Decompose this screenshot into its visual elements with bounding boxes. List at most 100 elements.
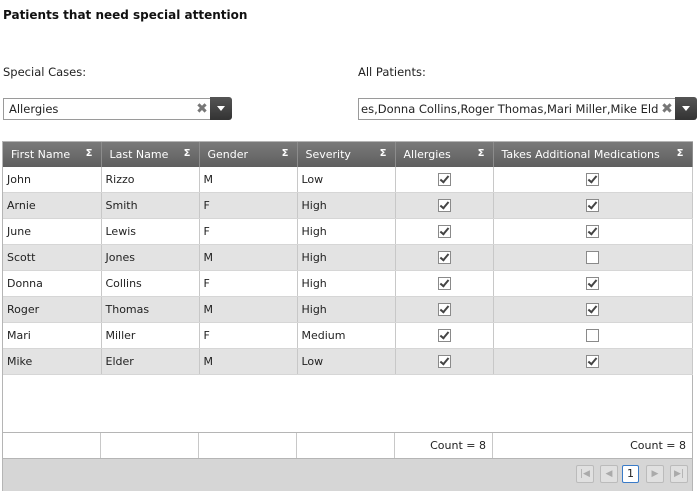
all-patients-label: All Patients: (358, 65, 426, 79)
cell-last[interactable]: Collins (101, 270, 200, 297)
column-header-medications[interactable]: Takes Additional Medications Σ (493, 142, 693, 167)
cell-allergies (395, 192, 494, 219)
column-header-severity[interactable]: Severity Σ (297, 142, 396, 167)
cell-first[interactable]: June (3, 218, 102, 245)
cell-gender[interactable]: M (199, 244, 298, 271)
table-row[interactable]: Donna Collins F High (3, 270, 693, 297)
allergies-checkbox[interactable] (437, 329, 451, 343)
cell-meds (493, 322, 693, 349)
column-header-label: Gender (207, 148, 249, 161)
column-header-allergies[interactable]: Allergies Σ (395, 142, 494, 167)
meds-checkbox[interactable] (586, 225, 599, 239)
cell-gender[interactable]: M (199, 348, 298, 375)
table-row[interactable]: John Rizzo M Low (3, 167, 693, 193)
cell-first[interactable]: Roger (3, 296, 102, 323)
cell-last[interactable]: Rizzo (101, 167, 200, 193)
cell-last[interactable]: Smith (101, 192, 200, 219)
cell-gender[interactable]: F (199, 270, 298, 297)
sigma-icon[interactable]: Σ (86, 148, 93, 159)
allergies-checkbox[interactable] (437, 277, 451, 291)
meds-checkbox[interactable] (586, 173, 599, 187)
allergies-checkbox[interactable] (437, 303, 451, 317)
cell-allergies (395, 322, 494, 349)
all-patients-combobox[interactable]: es,Donna Collins,Roger Thomas,Mari Mille… (358, 98, 676, 120)
meds-checkbox[interactable] (586, 303, 599, 317)
cell-last[interactable]: Lewis (101, 218, 200, 245)
close-icon[interactable]: ✖ (658, 99, 676, 119)
sigma-icon[interactable]: Σ (184, 148, 191, 159)
cell-meds (493, 348, 693, 375)
table-row[interactable]: Arnie Smith F High (3, 192, 693, 219)
cell-first[interactable]: Arnie (3, 192, 102, 219)
column-header-gender[interactable]: Gender Σ (199, 142, 298, 167)
special-cases-input[interactable]: Allergies (4, 102, 193, 116)
column-header-label: Takes Additional Medications (501, 148, 660, 161)
cell-severity[interactable]: Low (297, 167, 396, 193)
all-patients-input[interactable]: es,Donna Collins,Roger Thomas,Mari Mille… (359, 102, 658, 116)
cell-meds (493, 296, 693, 323)
cell-last[interactable]: Jones (101, 244, 200, 271)
allergies-count: Count = 8 (395, 433, 493, 459)
pager: |◀ ◀ 1 ▶ ▶| (3, 458, 692, 491)
cell-severity[interactable]: Low (297, 348, 396, 375)
cell-first[interactable]: Donna (3, 270, 102, 297)
first-page-icon[interactable]: |◀ (576, 465, 594, 483)
cell-allergies (395, 244, 494, 271)
table-row[interactable]: Scott Jones M High (3, 244, 693, 271)
table-row[interactable]: Mike Elder M Low (3, 348, 693, 375)
column-header-first-name[interactable]: First Name Σ (3, 142, 102, 167)
sigma-icon[interactable]: Σ (478, 148, 485, 159)
current-page-button[interactable]: 1 (622, 465, 639, 483)
sigma-icon[interactable]: Σ (677, 148, 684, 159)
cell-gender[interactable]: M (199, 167, 298, 193)
cell-severity[interactable]: High (297, 270, 396, 297)
cell-gender[interactable]: F (199, 322, 298, 349)
all-patients-dropdown-button[interactable] (675, 97, 697, 120)
cell-severity[interactable]: High (297, 218, 396, 245)
allergies-checkbox[interactable] (437, 355, 451, 369)
cell-allergies (395, 270, 494, 297)
footer-cell (3, 433, 101, 459)
last-page-icon[interactable]: ▶| (670, 465, 688, 483)
sigma-icon[interactable]: Σ (380, 148, 387, 159)
cell-last[interactable]: Miller (101, 322, 200, 349)
cell-allergies (395, 218, 494, 245)
previous-page-icon[interactable]: ◀ (600, 465, 618, 483)
next-page-icon[interactable]: ▶ (646, 465, 664, 483)
table-row[interactable]: Roger Thomas M High (3, 296, 693, 323)
allergies-checkbox[interactable] (437, 251, 451, 265)
meds-checkbox[interactable] (586, 329, 599, 343)
cell-gender[interactable]: F (199, 218, 298, 245)
meds-checkbox[interactable] (586, 199, 599, 213)
medications-count: Count = 8 (630, 439, 686, 452)
allergies-checkbox[interactable] (437, 225, 451, 239)
allergies-checkbox[interactable] (437, 173, 451, 187)
cell-meds (493, 167, 693, 193)
cell-first[interactable]: Scott (3, 244, 102, 271)
cell-last[interactable]: Thomas (101, 296, 200, 323)
table-row[interactable]: June Lewis F High (3, 218, 693, 245)
cell-gender[interactable]: M (199, 296, 298, 323)
meds-checkbox[interactable] (586, 277, 599, 291)
allergies-checkbox[interactable] (437, 199, 451, 213)
sigma-icon[interactable]: Σ (282, 148, 289, 159)
cell-allergies (395, 348, 494, 375)
special-cases-dropdown-button[interactable] (210, 97, 232, 120)
cell-gender[interactable]: F (199, 192, 298, 219)
cell-first[interactable]: John (3, 167, 102, 193)
special-cases-combobox[interactable]: Allergies ✖ (3, 98, 211, 120)
cell-severity[interactable]: High (297, 244, 396, 271)
column-header-last-name[interactable]: Last Name Σ (101, 142, 200, 167)
cell-first[interactable]: Mike (3, 348, 102, 375)
meds-checkbox[interactable] (586, 251, 599, 265)
cell-severity[interactable]: High (297, 192, 396, 219)
table-row[interactable]: Mari Miller F Medium (3, 322, 693, 349)
footer-cell (101, 433, 199, 459)
cell-last[interactable]: Elder (101, 348, 200, 375)
cell-severity[interactable]: Medium (297, 322, 396, 349)
meds-checkbox[interactable] (586, 355, 599, 369)
cell-severity[interactable]: High (297, 296, 396, 323)
cell-first[interactable]: Mari (3, 322, 102, 349)
close-icon[interactable]: ✖ (193, 99, 211, 119)
patients-table: First Name Σ Last Name Σ Gender Σ Severity Σ… (3, 142, 693, 375)
